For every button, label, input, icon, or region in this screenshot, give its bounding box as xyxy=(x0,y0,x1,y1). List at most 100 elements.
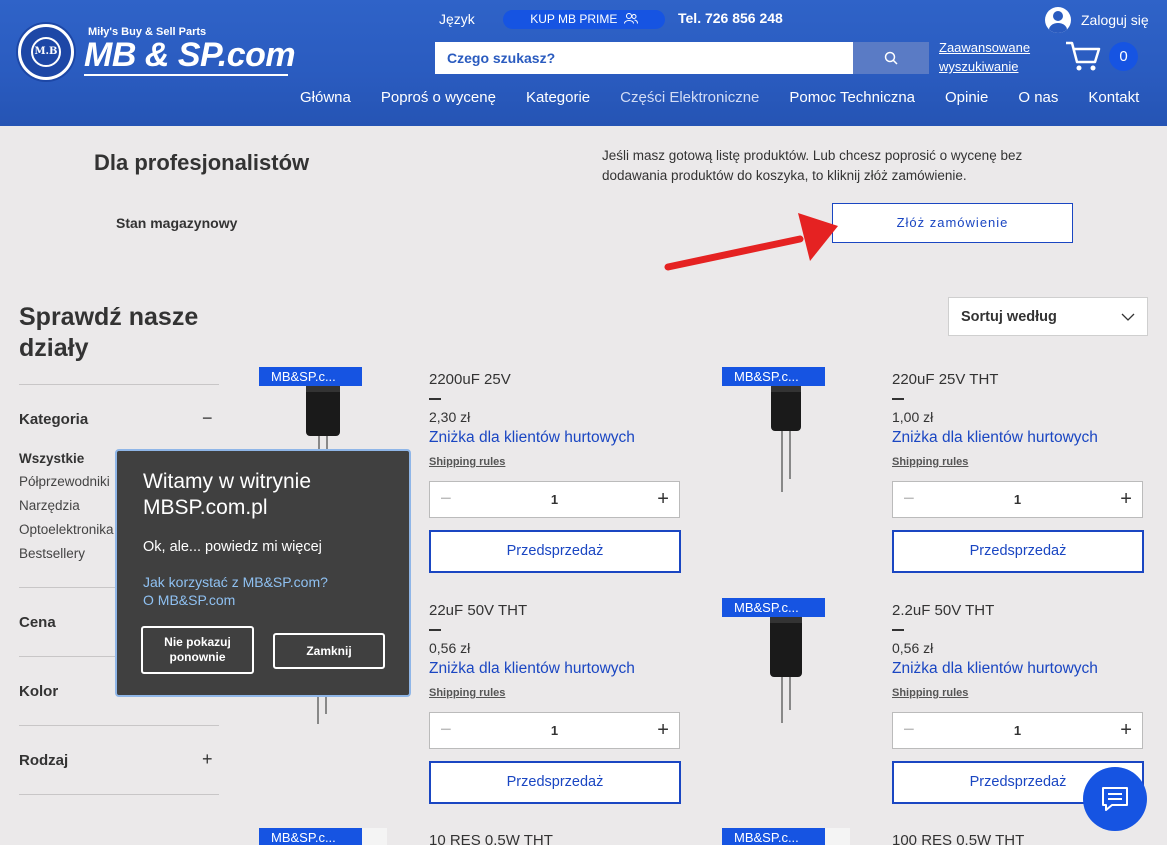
increase-button[interactable]: + xyxy=(1120,719,1132,742)
product-image[interactable] xyxy=(722,367,850,567)
category-item-semiconductors[interactable]: Półprzewodniki xyxy=(19,474,110,489)
logo-emblem-text: M.B xyxy=(31,37,61,67)
shipping-rules-link[interactable]: Shipping rules xyxy=(429,456,505,468)
product-divider xyxy=(429,629,441,631)
quantity-value[interactable]: 1 xyxy=(1014,492,1021,507)
sidebar-divider xyxy=(19,794,219,795)
presale-button[interactable]: Przedsprzedaż xyxy=(429,530,681,573)
decrease-button[interactable]: − xyxy=(903,719,915,742)
quantity-stepper: − 1 + xyxy=(429,481,680,518)
product-price: 0,56 zł xyxy=(429,640,471,656)
capacitor-image xyxy=(771,386,801,492)
category-item-all[interactable]: Wszystkie xyxy=(19,451,84,466)
close-popup-button[interactable]: Zamknij xyxy=(273,633,385,669)
product-name[interactable]: 100 RES 0.5W THT xyxy=(892,832,1024,845)
quantity-stepper: − 1 + xyxy=(892,481,1143,518)
search-button[interactable] xyxy=(853,42,929,74)
quantity-stepper: − 1 + xyxy=(892,712,1143,749)
prime-button[interactable]: KUP MB PRIME xyxy=(503,10,665,29)
login-button[interactable]: Zaloguj się xyxy=(1045,7,1149,33)
product-name[interactable]: 220uF 25V THT xyxy=(892,371,998,388)
product-badge: MB&SP.c... xyxy=(259,367,362,386)
product-badge: MB&SP.c... xyxy=(722,367,825,386)
filter-type-header[interactable]: Rodzaj xyxy=(19,752,68,769)
nav-item-home[interactable]: Główna xyxy=(300,89,351,106)
shipping-rules-link[interactable]: Shipping rules xyxy=(429,687,505,699)
site-logo[interactable]: M.B Miły's Buy & Sell Parts MB & SP.com xyxy=(18,22,298,82)
about-link[interactable]: O MB&SP.com xyxy=(143,592,235,608)
place-order-button[interactable]: Złóż zamówienie xyxy=(832,203,1073,243)
increase-button[interactable]: + xyxy=(1120,488,1132,511)
popup-title: Witamy w witrynie MBSP.com.pl xyxy=(143,470,312,519)
wholesale-discount-link[interactable]: Zniżka dla klientów hurtowych xyxy=(892,429,1098,447)
cart-count-badge[interactable]: 0 xyxy=(1109,42,1138,71)
category-item-optoelectronics[interactable]: Optoelektronika xyxy=(19,522,114,537)
pro-section-title: Dla profesjonalistów xyxy=(94,150,310,175)
product-badge: MB&SP.c... xyxy=(722,598,825,617)
product-divider xyxy=(429,398,441,400)
presale-button[interactable]: Przedsprzedaż xyxy=(429,761,681,804)
nav-item-reviews[interactable]: Opinie xyxy=(945,89,988,106)
category-item-tools[interactable]: Narzędzia xyxy=(19,498,80,513)
search-icon xyxy=(884,51,898,65)
sort-dropdown[interactable]: Sortuj według xyxy=(948,297,1148,336)
increase-button[interactable]: + xyxy=(657,488,669,511)
product-price: 0,56 zł xyxy=(892,640,934,656)
category-item-bestsellers[interactable]: Bestsellery xyxy=(19,546,85,561)
quantity-value[interactable]: 1 xyxy=(551,492,558,507)
how-to-use-link[interactable]: Jak korzystać z MB&SP.com? xyxy=(143,574,328,590)
presale-button[interactable]: Przedsprzedaż xyxy=(892,530,1144,573)
shipping-rules-link[interactable]: Shipping rules xyxy=(892,456,968,468)
product-price: 2,30 zł xyxy=(429,409,471,425)
nav-item-contact[interactable]: Kontakt xyxy=(1088,89,1139,106)
nav-item-electronic-parts[interactable]: Części Elektroniczne xyxy=(620,89,759,106)
product-name[interactable]: 2200uF 25V xyxy=(429,371,511,388)
nav-item-about[interactable]: O nas xyxy=(1018,89,1058,106)
product-name[interactable]: 22uF 50V THT xyxy=(429,602,527,619)
stock-link[interactable]: Stan magazynowy xyxy=(116,215,237,231)
nav-item-categories[interactable]: Kategorie xyxy=(526,89,590,106)
advanced-search-link[interactable]: Zaawansowane wyszukiwanie xyxy=(939,38,1030,76)
wholesale-discount-link[interactable]: Zniżka dla klientów hurtowych xyxy=(429,660,635,678)
increase-button[interactable]: + xyxy=(657,719,669,742)
capacitor-image xyxy=(770,617,802,723)
quantity-value[interactable]: 1 xyxy=(551,723,558,738)
language-selector[interactable]: Język xyxy=(439,11,475,27)
product-divider xyxy=(892,398,904,400)
chat-button[interactable] xyxy=(1083,767,1147,831)
chevron-down-icon xyxy=(1121,313,1135,321)
filter-price-header[interactable]: Cena xyxy=(19,614,56,631)
quantity-stepper: − 1 + xyxy=(429,712,680,749)
product-divider xyxy=(892,629,904,631)
wholesale-discount-link[interactable]: Zniżka dla klientów hurtowych xyxy=(892,660,1098,678)
collapse-icon[interactable]: − xyxy=(202,408,213,429)
decrease-button[interactable]: − xyxy=(440,488,452,511)
pro-section-text: Jeśli masz gotową listę produktów. Lub c… xyxy=(602,148,1023,183)
product-image[interactable] xyxy=(722,598,850,798)
product-name[interactable]: 10 RES 0.5W THT xyxy=(429,832,553,845)
logo-wordmark: MB & SP.com xyxy=(84,36,296,74)
filter-color-header[interactable]: Kolor xyxy=(19,683,58,700)
quantity-value[interactable]: 1 xyxy=(1014,723,1021,738)
decrease-button[interactable]: − xyxy=(903,488,915,511)
expand-icon[interactable]: + xyxy=(202,749,213,770)
search-bar xyxy=(435,42,929,74)
decrease-button[interactable]: − xyxy=(440,719,452,742)
user-avatar-icon xyxy=(1045,7,1071,33)
phone-number[interactable]: Tel. 726 856 248 xyxy=(678,10,783,26)
product-price: 1,00 zł xyxy=(892,409,934,425)
logo-underline xyxy=(84,74,288,76)
search-input[interactable] xyxy=(435,42,853,74)
nav-item-support[interactable]: Pomoc Techniczna xyxy=(789,89,915,106)
sidebar-divider xyxy=(19,725,219,726)
sort-label: Sortuj według xyxy=(961,308,1057,325)
filter-category-header[interactable]: Kategoria xyxy=(19,411,88,428)
product-name[interactable]: 2.2uF 50V THT xyxy=(892,602,994,619)
nav-item-quote[interactable]: Poproś o wycenę xyxy=(381,89,496,106)
shipping-rules-link[interactable]: Shipping rules xyxy=(892,687,968,699)
cart-icon[interactable] xyxy=(1065,40,1101,72)
dont-show-again-button[interactable]: Nie pokazuj ponownie xyxy=(141,626,254,674)
wholesale-discount-link[interactable]: Zniżka dla klientów hurtowych xyxy=(429,429,635,447)
welcome-popup: Witamy w witrynie MBSP.com.pl Ok, ale...… xyxy=(115,449,411,697)
advanced-search-line1: Zaawansowane xyxy=(939,40,1031,55)
